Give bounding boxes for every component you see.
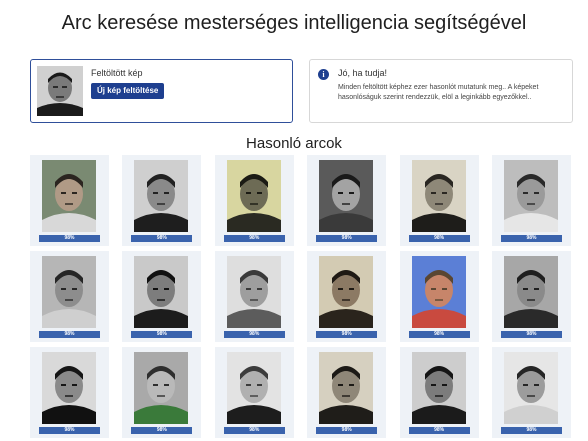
- match-percentage-bar: 98%: [316, 331, 378, 338]
- result-photo[interactable]: [226, 256, 281, 328]
- uploaded-image-thumbnail: [37, 66, 83, 116]
- result-card[interactable]: 98%: [492, 251, 571, 342]
- match-percentage-bar: 98%: [316, 235, 378, 242]
- result-photo[interactable]: [226, 352, 281, 424]
- result-card[interactable]: 98%: [122, 155, 202, 246]
- result-photo[interactable]: [134, 160, 189, 232]
- match-percentage-bar: 98%: [223, 331, 285, 338]
- result-photo[interactable]: [134, 352, 189, 424]
- result-card[interactable]: 98%: [30, 347, 109, 438]
- result-card[interactable]: 98%: [492, 155, 571, 246]
- result-card[interactable]: 98%: [399, 251, 479, 342]
- result-photo[interactable]: [226, 160, 281, 232]
- match-percentage-bar: 98%: [501, 331, 562, 338]
- result-card[interactable]: 98%: [214, 251, 294, 342]
- match-percentage-bar: 98%: [501, 235, 562, 242]
- match-percentage-bar: 98%: [316, 427, 378, 434]
- match-percentage-bar: 98%: [131, 331, 193, 338]
- result-photo[interactable]: [319, 160, 374, 232]
- result-photo[interactable]: [319, 352, 374, 424]
- result-photo[interactable]: [134, 256, 189, 328]
- result-photo[interactable]: [411, 256, 466, 328]
- result-card[interactable]: 98%: [30, 251, 109, 342]
- result-photo[interactable]: [42, 256, 96, 328]
- uploaded-image-label: Feltöltött kép: [91, 68, 143, 78]
- uploaded-image-panel: Feltöltött kép Új kép feltöltése: [30, 59, 293, 123]
- result-card[interactable]: 98%: [122, 251, 202, 342]
- info-panel: i Jó, ha tudja! Minden feltöltött képhez…: [309, 59, 573, 123]
- result-photo[interactable]: [411, 160, 466, 232]
- match-percentage-bar: 98%: [501, 427, 562, 434]
- result-photo[interactable]: [504, 256, 558, 328]
- result-card[interactable]: 98%: [214, 347, 294, 438]
- page-title: Arc keresése mesterséges intelligencia s…: [61, 12, 527, 34]
- result-photo[interactable]: [411, 352, 466, 424]
- result-card[interactable]: 98%: [399, 155, 479, 246]
- match-percentage-bar: 98%: [408, 331, 470, 338]
- result-photo[interactable]: [504, 160, 558, 232]
- info-icon: i: [318, 69, 329, 80]
- result-card[interactable]: 98%: [307, 251, 387, 342]
- match-percentage-bar: 98%: [223, 235, 285, 242]
- result-card[interactable]: 98%: [30, 155, 109, 246]
- match-percentage-bar: 98%: [39, 427, 100, 434]
- match-percentage-bar: 98%: [408, 235, 470, 242]
- match-percentage-bar: 98%: [223, 427, 285, 434]
- result-card[interactable]: 98%: [307, 347, 387, 438]
- match-percentage-bar: 98%: [39, 331, 100, 338]
- result-photo[interactable]: [42, 352, 96, 424]
- match-percentage-bar: 98%: [408, 427, 470, 434]
- upload-new-image-button[interactable]: Új kép feltöltése: [91, 83, 165, 99]
- result-photo[interactable]: [504, 352, 558, 424]
- result-card[interactable]: 98%: [399, 347, 479, 438]
- info-title: Jó, ha tudja!: [338, 68, 388, 78]
- result-photo[interactable]: [319, 256, 374, 328]
- similar-faces-heading: Hasonló arcok: [246, 135, 342, 152]
- match-percentage-bar: 98%: [39, 235, 100, 242]
- result-photo[interactable]: [42, 160, 96, 232]
- match-percentage-bar: 98%: [131, 235, 193, 242]
- match-percentage-bar: 98%: [131, 427, 193, 434]
- result-card[interactable]: 98%: [307, 155, 387, 246]
- info-text: Minden feltöltött képhez ezer hasonlót m…: [338, 84, 539, 101]
- result-card[interactable]: 98%: [492, 347, 571, 438]
- result-card[interactable]: 98%: [122, 347, 202, 438]
- result-card[interactable]: 98%: [214, 155, 294, 246]
